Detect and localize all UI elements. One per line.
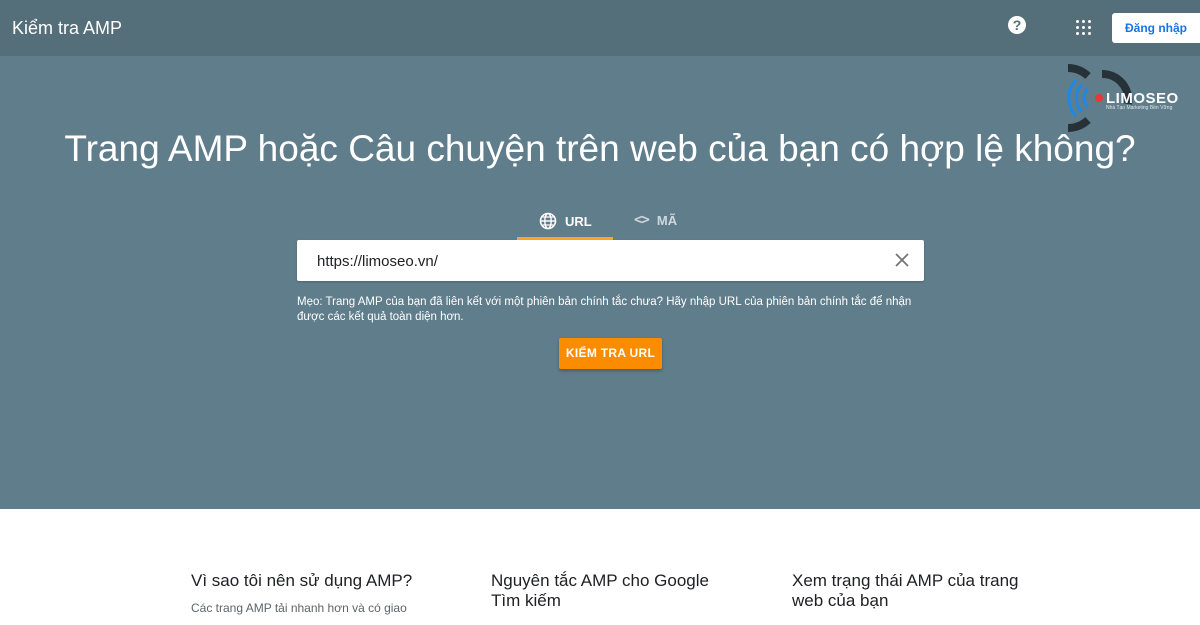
url-input-container — [297, 240, 924, 281]
tab-url[interactable]: URL — [517, 208, 613, 240]
logo-subtitle: Nhà Tạo Marketing Bền Vững — [1106, 105, 1173, 111]
card-title[interactable]: Xem trạng thái AMP của trang web của bạn — [792, 571, 1032, 611]
card-title[interactable]: Vì sao tôi nên sử dụng AMP? — [191, 571, 431, 591]
apps-grid-icon[interactable] — [1076, 20, 1092, 36]
card-title[interactable]: Nguyên tắc AMP cho Google Tìm kiếm — [491, 571, 731, 611]
help-icon[interactable]: ? — [1008, 16, 1026, 34]
tip-text: Mẹo: Trang AMP của bạn đã liên kết với m… — [297, 296, 912, 323]
page-headline: Trang AMP hoặc Câu chuyện trên web của b… — [64, 128, 1136, 169]
info-card: Vì sao tôi nên sử dụng AMP? Các trang AM… — [191, 571, 431, 617]
card-text: Các trang AMP tải nhanh hơn và có giao — [191, 601, 407, 615]
check-url-button[interactable]: KIỂM TRA URL — [559, 338, 662, 369]
tab-code[interactable]: <> MÃ — [630, 208, 700, 240]
top-app-bar: Kiểm tra AMP ? Đăng nhập — [0, 0, 1200, 56]
info-card: Nguyên tắc AMP cho Google Tìm kiếm — [491, 571, 731, 620]
tab-url-label: URL — [565, 213, 592, 229]
code-icon: <> — [634, 212, 650, 228]
info-card: Xem trạng thái AMP của trang web của bạn — [792, 571, 1032, 620]
hero-section — [0, 56, 1200, 509]
close-icon[interactable] — [893, 251, 911, 269]
sign-in-button[interactable]: Đăng nhập — [1112, 13, 1200, 43]
app-title[interactable]: Kiểm tra AMP — [12, 18, 122, 39]
tab-code-label: MÃ — [656, 212, 678, 228]
globe-icon — [539, 212, 557, 230]
url-input[interactable] — [317, 250, 877, 272]
